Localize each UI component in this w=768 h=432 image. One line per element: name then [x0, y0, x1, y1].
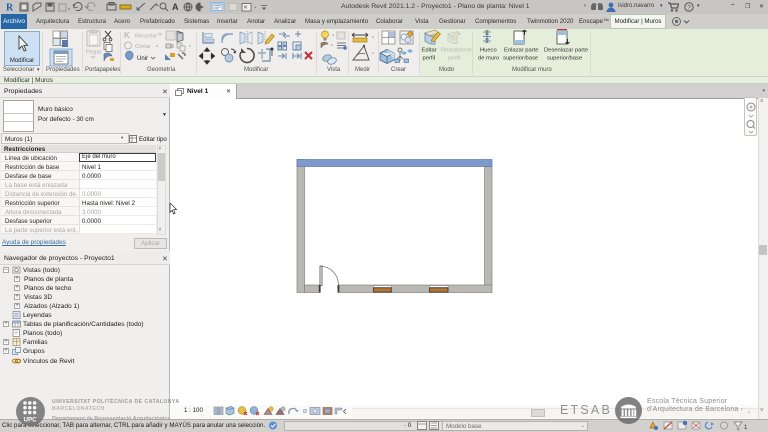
svg-text:Desenlazar parte: Desenlazar parte	[544, 48, 588, 54]
svg-text:Hueco: Hueco	[480, 48, 497, 54]
svg-text:Unir: Unir	[137, 56, 148, 62]
svg-text:Restablecer: Restablecer	[441, 48, 472, 54]
svg-text:superior/base: superior/base	[547, 56, 582, 62]
svg-text:Enlazar parte: Enlazar parte	[504, 48, 538, 54]
svg-text:K: K	[124, 31, 130, 40]
svg-text:Cortar: Cortar	[135, 44, 151, 50]
svg-text:Pegar: Pegar	[86, 50, 102, 56]
svg-text:A: A	[172, 2, 179, 12]
svg-text:superior/base: superior/base	[503, 56, 538, 62]
svg-text:UPC: UPC	[24, 416, 38, 423]
svg-text:perfil: perfil	[423, 56, 436, 62]
svg-text:de muro: de muro	[478, 56, 499, 62]
svg-text:Editar: Editar	[422, 48, 437, 54]
svg-text:Recortar: Recortar	[135, 34, 157, 40]
svg-text:?: ?	[687, 4, 691, 11]
svg-text:perfil: perfil	[448, 56, 461, 62]
svg-text:1: 1	[744, 425, 748, 431]
svg-text:R: R	[6, 3, 14, 13]
